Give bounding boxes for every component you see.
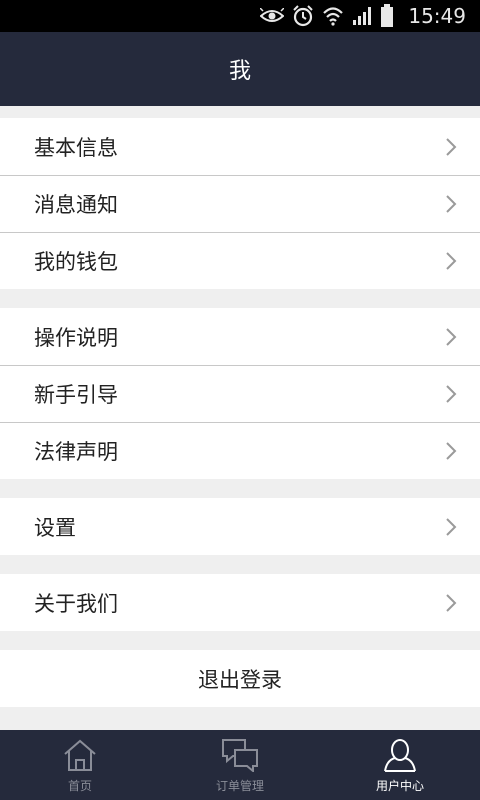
chevron-right-icon [444,593,458,613]
menu-item-label: 关于我们 [34,591,118,616]
logout-label: 退出登录 [198,667,282,692]
menu-item-about-us[interactable]: 关于我们 [0,574,480,631]
chevron-right-icon [444,384,458,404]
chevron-right-icon [444,327,458,347]
chevron-right-icon [444,517,458,537]
menu-item-instructions[interactable]: 操作说明 [0,308,480,365]
chevron-right-icon [444,251,458,271]
tab-home[interactable]: 首页 [0,730,160,800]
wifi-icon [322,4,344,28]
page-title: 我 [228,59,251,84]
menu-item-label: 新手引导 [34,382,118,407]
title-bar: 我 [0,32,480,106]
tab-label: 订单管理 [215,778,264,793]
bottom-tab-bar: 首页 订单管理 用户中心 [0,730,480,800]
chevron-right-icon [444,137,458,157]
status-bar: 15:49 [0,0,480,32]
menu-item-label: 我的钱包 [34,249,118,274]
menu-item-wallet[interactable]: 我的钱包 [0,232,480,289]
chevron-right-icon [444,441,458,461]
menu-item-label: 法律声明 [34,439,118,464]
logout-button[interactable]: 退出登录 [0,650,480,707]
menu-item-label: 消息通知 [34,192,118,217]
chevron-right-icon [444,194,458,214]
eye-icon [260,4,285,28]
menu-item-settings[interactable]: 设置 [0,498,480,555]
menu-group-settings: 设置 [0,498,480,555]
chat-bubbles-icon [220,737,260,773]
menu-item-label: 设置 [34,515,76,540]
tab-orders[interactable]: 订单管理 [160,730,320,800]
tab-label: 首页 [67,778,92,793]
battery-icon [380,4,394,28]
settings-list: 基本信息 消息通知 我的钱包 操作说明 新手引导 法律声明 设置 关于我们 退出… [0,106,480,707]
tab-label: 用户中心 [375,778,424,793]
menu-group-help: 操作说明 新手引导 法律声明 [0,308,480,479]
menu-item-label: 基本信息 [34,135,118,160]
signal-icon [352,4,372,28]
status-time: 15:49 [408,4,466,28]
menu-item-legal[interactable]: 法律声明 [0,422,480,479]
menu-item-notifications[interactable]: 消息通知 [0,175,480,232]
menu-item-label: 操作说明 [34,325,118,350]
menu-group-account: 基本信息 消息通知 我的钱包 [0,118,480,289]
menu-item-basic-info[interactable]: 基本信息 [0,118,480,175]
tab-user-center[interactable]: 用户中心 [320,730,480,800]
home-icon [60,737,100,773]
menu-item-beginner-guide[interactable]: 新手引导 [0,365,480,422]
user-icon [380,737,420,773]
menu-group-about: 关于我们 [0,574,480,631]
alarm-icon [292,4,314,28]
